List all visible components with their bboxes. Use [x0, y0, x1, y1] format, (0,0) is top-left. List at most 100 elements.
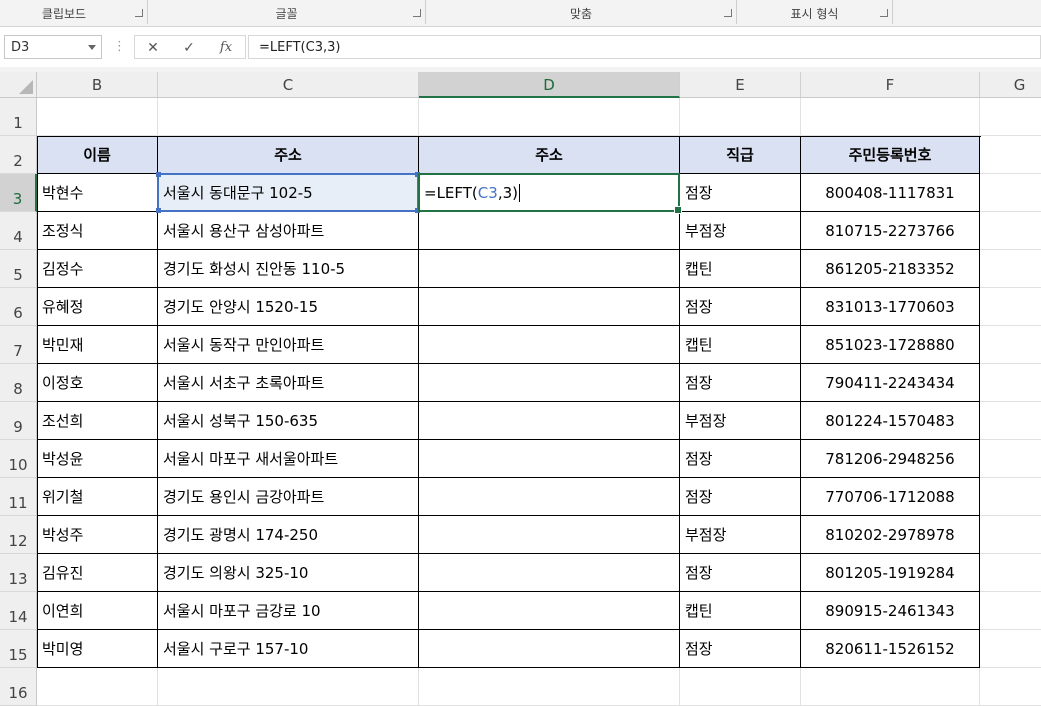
cancel-icon[interactable]: ✕ [141, 38, 165, 58]
cell-f4[interactable]: 810715-2273766 [801, 212, 980, 250]
row-header-1[interactable]: 1 [0, 98, 37, 136]
row-header-11[interactable]: 11 [0, 478, 37, 516]
dialog-launcher-icon[interactable] [413, 9, 421, 17]
cell-c9[interactable]: 서울시 성북구 150-635 [158, 402, 419, 440]
column-header-e[interactable]: E [680, 72, 801, 98]
cell-e13[interactable]: 점장 [680, 554, 801, 592]
cell-b9[interactable]: 조선희 [37, 402, 158, 440]
cell-f13[interactable]: 801205-1919284 [801, 554, 980, 592]
cell-e8[interactable]: 점장 [680, 364, 801, 402]
cell-b16[interactable] [37, 668, 158, 706]
table-header-cell[interactable]: 직급 [680, 136, 801, 174]
cell-g16[interactable] [980, 668, 1041, 706]
row-header-13[interactable]: 13 [0, 554, 37, 592]
enter-icon[interactable]: ✓ [177, 38, 201, 58]
column-header-d[interactable]: D [419, 72, 680, 98]
cell-d12[interactable] [419, 516, 680, 554]
dialog-launcher-icon[interactable] [135, 9, 143, 17]
cell-d7[interactable] [419, 326, 680, 364]
cell-f6[interactable]: 831013-1770603 [801, 288, 980, 326]
cell-g13[interactable] [980, 554, 1041, 592]
column-header-b[interactable]: B [37, 72, 158, 98]
cell-g2[interactable] [980, 136, 1041, 174]
cell-c1[interactable] [158, 98, 419, 136]
cell-g7[interactable] [980, 326, 1041, 364]
cell-e1[interactable] [680, 98, 801, 136]
cell-d9[interactable] [419, 402, 680, 440]
cell-f7[interactable]: 851023-1728880 [801, 326, 980, 364]
cell-e5[interactable]: 캡틴 [680, 250, 801, 288]
cell-d16[interactable] [419, 668, 680, 706]
cell-c15[interactable]: 서울시 구로구 157-10 [158, 630, 419, 668]
cell-b4[interactable]: 조정식 [37, 212, 158, 250]
row-header-9[interactable]: 9 [0, 402, 37, 440]
table-header-cell[interactable]: 주민등록번호 [801, 136, 980, 174]
cell-e4[interactable]: 부점장 [680, 212, 801, 250]
cell-c6[interactable]: 경기도 안양시 1520-15 [158, 288, 419, 326]
cell-e11[interactable]: 점장 [680, 478, 801, 516]
cell-b13[interactable]: 김유진 [37, 554, 158, 592]
cell-d5[interactable] [419, 250, 680, 288]
cell-b5[interactable]: 김정수 [37, 250, 158, 288]
dialog-launcher-icon[interactable] [724, 9, 732, 17]
cell-g4[interactable] [980, 212, 1041, 250]
cell-c12[interactable]: 경기도 광명시 174-250 [158, 516, 419, 554]
worksheet-grid[interactable]: B C D E F G 1 2 3 4 5 6 7 8 9 10 11 12 13 14 15 16 이름 주소 주소 직급 주민등… [0, 72, 1041, 706]
row-header-6[interactable]: 6 [0, 288, 37, 326]
cell-d10[interactable] [419, 440, 680, 478]
cell-d11[interactable] [419, 478, 680, 516]
cell-g15[interactable] [980, 630, 1041, 668]
select-all-button[interactable] [0, 72, 37, 98]
cell-f1[interactable] [801, 98, 980, 136]
cell-g11[interactable] [980, 478, 1041, 516]
row-header-14[interactable]: 14 [0, 592, 37, 630]
cell-f10[interactable]: 781206-2948256 [801, 440, 980, 478]
insert-function-icon[interactable]: fx [214, 38, 238, 58]
column-header-g[interactable]: G [980, 72, 1041, 98]
formula-input[interactable]: =LEFT(C3,3) [248, 35, 1041, 59]
cell-g12[interactable] [980, 516, 1041, 554]
cell-d15[interactable] [419, 630, 680, 668]
table-header-cell[interactable]: 주소 [158, 136, 419, 174]
chevron-down-icon[interactable] [88, 45, 96, 50]
cell-e7[interactable]: 캡틴 [680, 326, 801, 364]
formula-bar-grip-icon[interactable]: ⋮ [113, 39, 126, 54]
cell-d1[interactable] [419, 98, 680, 136]
cell-g5[interactable] [980, 250, 1041, 288]
cell-c13[interactable]: 경기도 의왕시 325-10 [158, 554, 419, 592]
row-header-16[interactable]: 16 [0, 668, 37, 706]
cell-g14[interactable] [980, 592, 1041, 630]
name-box[interactable]: D3 [4, 35, 102, 59]
row-header-15[interactable]: 15 [0, 630, 37, 668]
cell-e6[interactable]: 점장 [680, 288, 801, 326]
cell-f8[interactable]: 790411-2243434 [801, 364, 980, 402]
cell-b14[interactable]: 이연희 [37, 592, 158, 630]
cell-g3[interactable] [980, 174, 1041, 212]
cell-e3[interactable]: 점장 [680, 174, 801, 212]
row-header-8[interactable]: 8 [0, 364, 37, 402]
cell-f3[interactable]: 800408-1117831 [801, 174, 980, 212]
cell-f16[interactable] [801, 668, 980, 706]
cell-b10[interactable]: 박성윤 [37, 440, 158, 478]
cell-e10[interactable]: 점장 [680, 440, 801, 478]
row-header-3[interactable]: 3 [0, 174, 37, 212]
cell-b3[interactable]: 박현수 [37, 174, 158, 212]
cell-b1[interactable] [37, 98, 158, 136]
cell-f12[interactable]: 810202-2978978 [801, 516, 980, 554]
cell-e9[interactable]: 부점장 [680, 402, 801, 440]
cell-f5[interactable]: 861205-2183352 [801, 250, 980, 288]
cell-c5[interactable]: 경기도 화성시 진안동 110-5 [158, 250, 419, 288]
cell-d3[interactable]: =LEFT(C3,3) [419, 174, 680, 212]
cell-b6[interactable]: 유혜정 [37, 288, 158, 326]
cell-e16[interactable] [680, 668, 801, 706]
row-header-2[interactable]: 2 [0, 136, 37, 174]
cell-c8[interactable]: 서울시 서초구 초록아파트 [158, 364, 419, 402]
row-header-4[interactable]: 4 [0, 212, 37, 250]
cell-d8[interactable] [419, 364, 680, 402]
dialog-launcher-icon[interactable] [880, 9, 888, 17]
cell-b15[interactable]: 박미영 [37, 630, 158, 668]
cell-f11[interactable]: 770706-1712088 [801, 478, 980, 516]
row-header-12[interactable]: 12 [0, 516, 37, 554]
table-header-cell[interactable]: 이름 [37, 136, 158, 174]
column-header-f[interactable]: F [801, 72, 980, 98]
